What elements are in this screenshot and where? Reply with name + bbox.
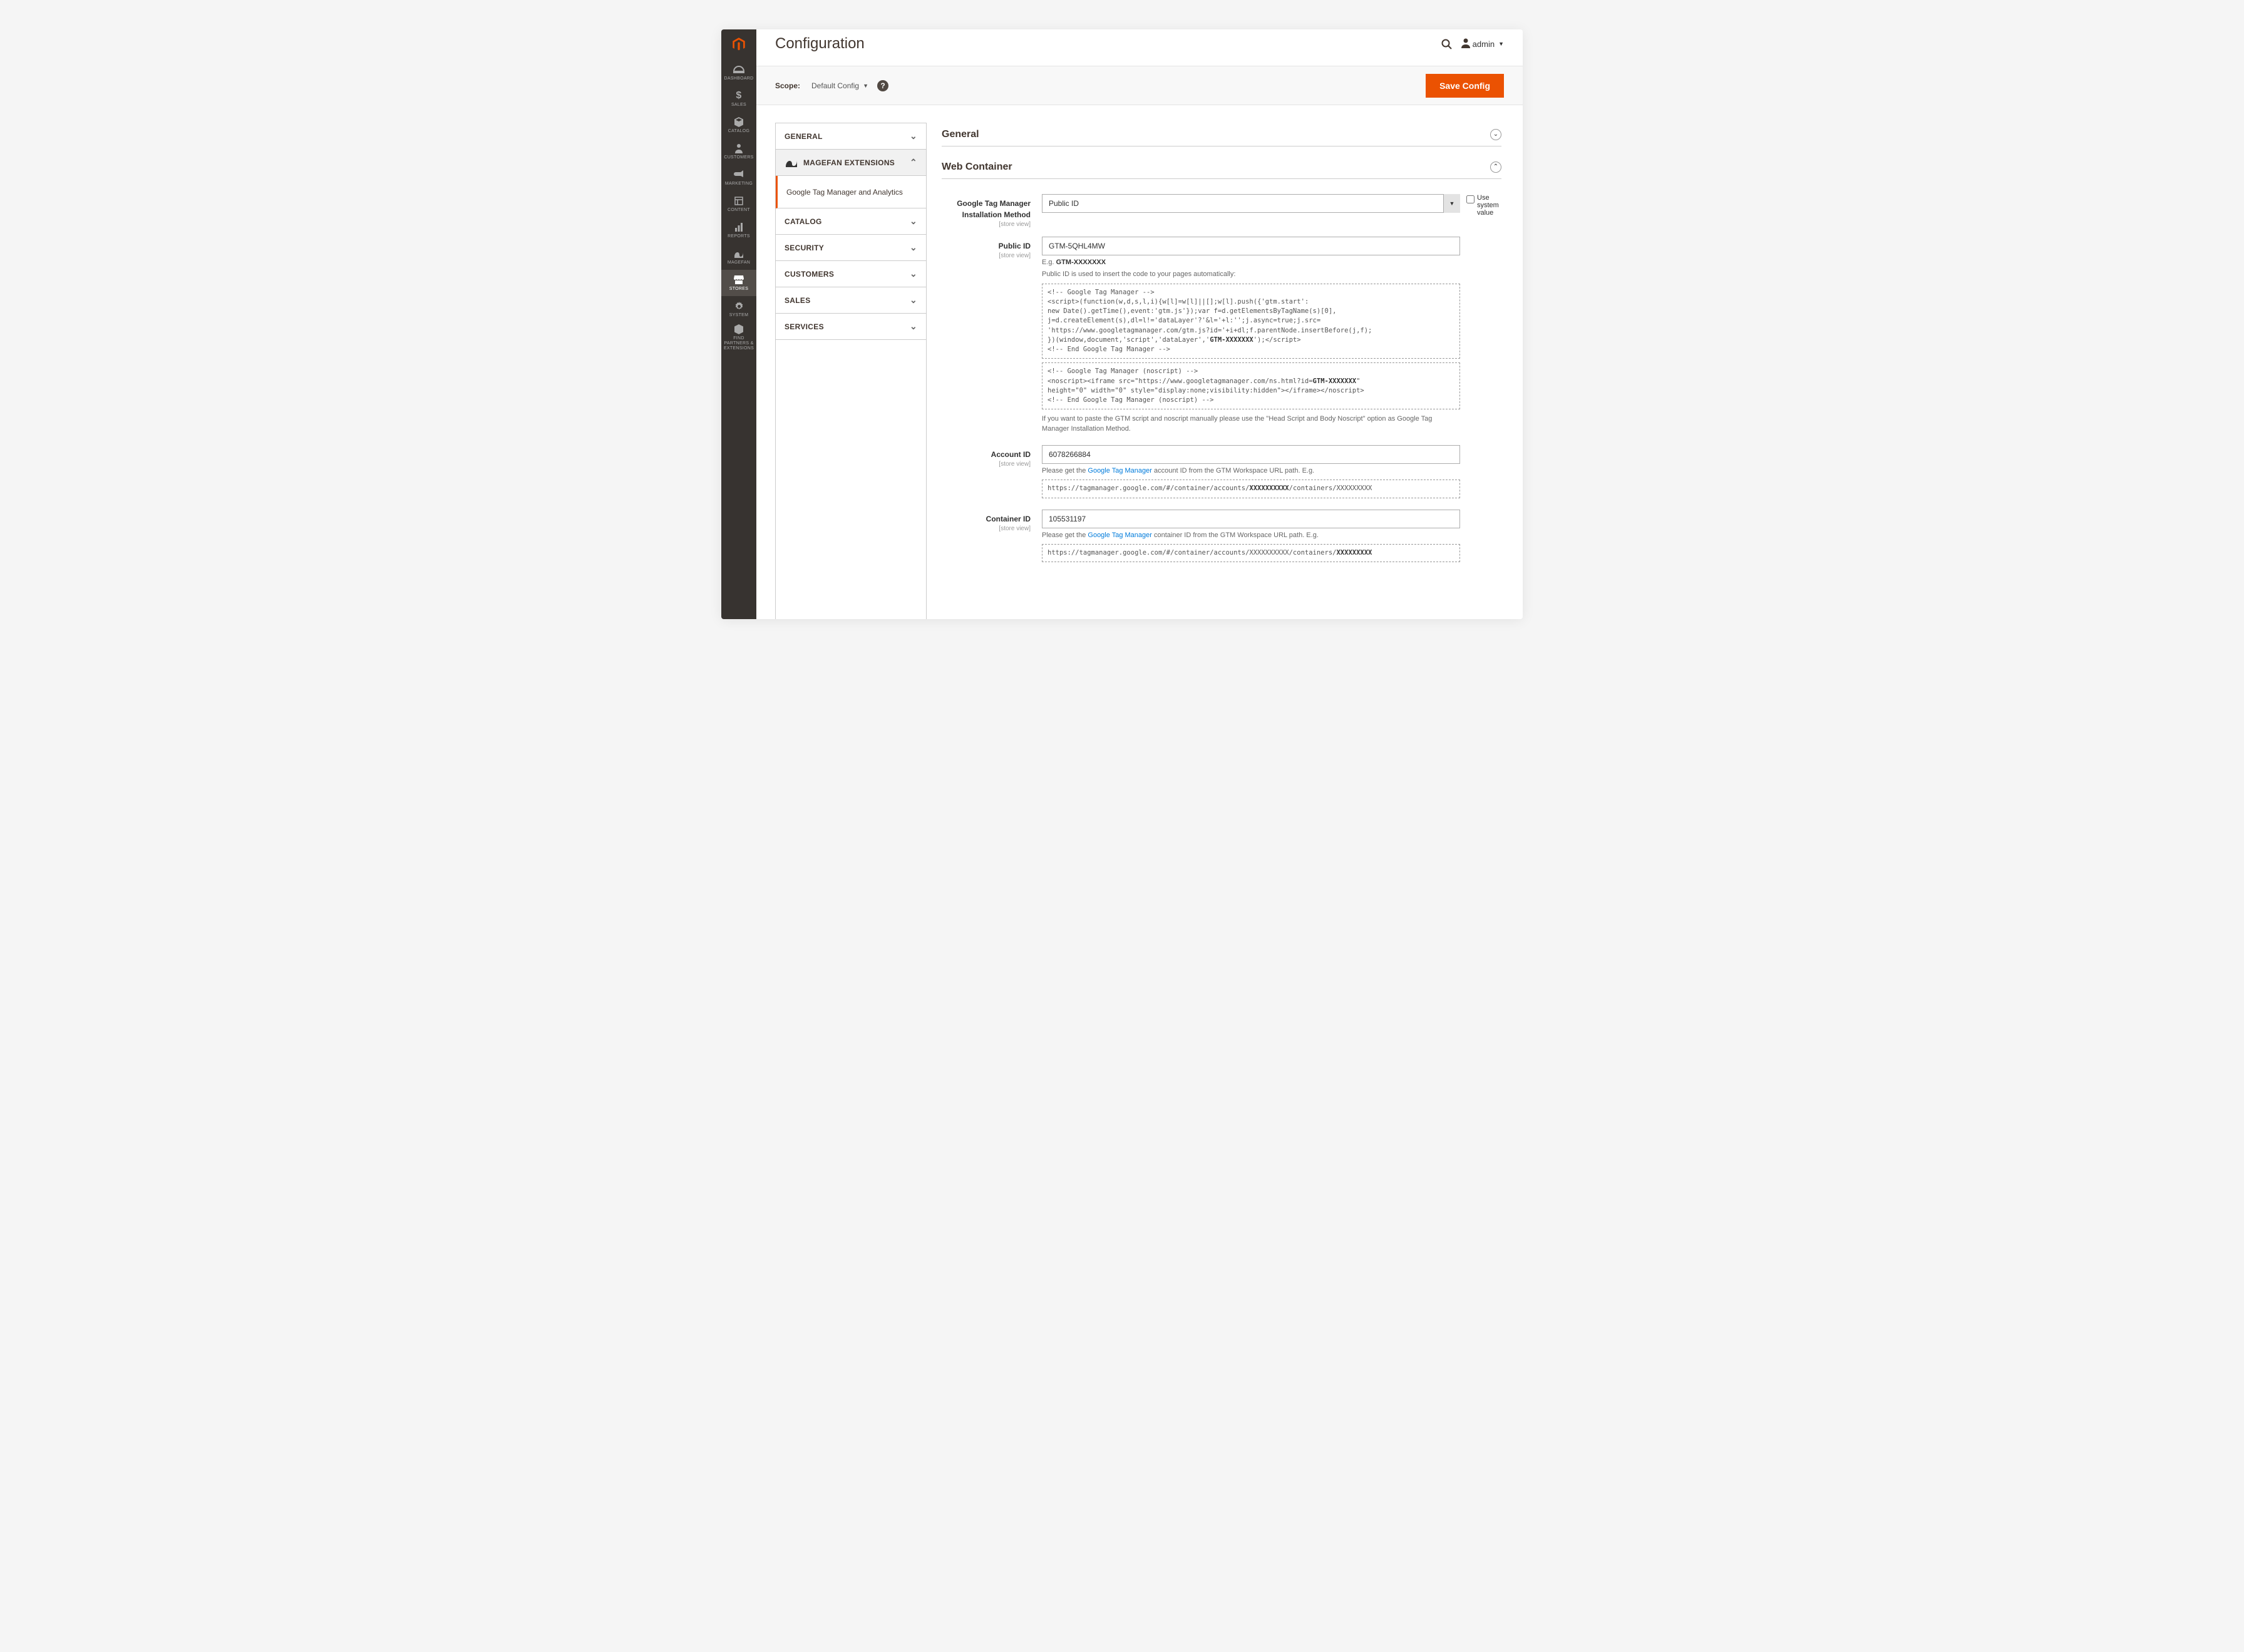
account-id-label: Account ID <box>991 450 1031 459</box>
account-id-code: https://tagmanager.google.com/#/containe… <box>1042 480 1460 498</box>
gtm-noscript-code: <!-- Google Tag Manager (noscript) --> <… <box>1042 362 1460 409</box>
public-id-input[interactable] <box>1042 237 1460 255</box>
tab-magefan-extensions[interactable]: MAGEFAN EXTENSIONS⌃ <box>776 150 926 176</box>
use-system-value-checkbox[interactable]: Use system value <box>1466 194 1501 217</box>
nav-dashboard[interactable]: DASHBOARD <box>721 59 756 86</box>
chevron-down-icon: ⌄ <box>910 242 917 253</box>
tab-gtm-analytics[interactable]: Google Tag Manager and Analytics <box>776 176 926 208</box>
install-method-select[interactable]: Public ID <box>1042 194 1460 213</box>
nav-catalog[interactable]: CATALOG <box>721 112 756 138</box>
tab-general[interactable]: GENERAL⌄ <box>776 123 926 150</box>
section-title: General <box>942 129 1490 140</box>
container-id-code: https://tagmanager.google.com/#/containe… <box>1042 544 1460 562</box>
container-id-label: Container ID <box>986 515 1031 523</box>
user-label: admin <box>1473 39 1495 49</box>
box-icon <box>734 116 744 128</box>
gtm-script-code: <!-- Google Tag Manager --> <script>(fun… <box>1042 284 1460 359</box>
main-content: Configuration admin ▼ Scope: Default Con… <box>756 29 1523 619</box>
store-icon <box>734 274 744 285</box>
scope-selector[interactable]: Default Config▼ <box>811 81 868 90</box>
chevron-down-icon: ⌄ <box>910 295 917 305</box>
tab-sales[interactable]: SALES⌄ <box>776 287 926 314</box>
tab-services[interactable]: SERVICES⌄ <box>776 314 926 340</box>
form-area: General ⌄ Web Container ⌃ Google Tag Man… <box>942 123 1504 619</box>
account-id-hint: Please get the Google Tag Manager accoun… <box>1042 466 1460 476</box>
chevron-down-icon: ▼ <box>863 83 868 89</box>
search-icon[interactable] <box>1441 38 1453 49</box>
partners-icon <box>734 324 744 335</box>
chevron-up-icon: ⌃ <box>910 157 917 168</box>
gear-icon <box>734 300 744 312</box>
container-id-input[interactable] <box>1042 510 1460 528</box>
nav-reports[interactable]: REPORTS <box>721 217 756 244</box>
megaphone-icon <box>734 169 744 180</box>
nav-system[interactable]: SYSTEM <box>721 296 756 322</box>
collapse-icon[interactable]: ⌄ <box>1490 129 1501 140</box>
nav-stores[interactable]: STORES <box>721 270 756 296</box>
save-config-button[interactable]: Save Config <box>1426 74 1504 98</box>
person-icon <box>735 143 743 154</box>
chart-icon <box>734 222 743 233</box>
chevron-down-icon: ⌄ <box>910 269 917 279</box>
tab-security[interactable]: SECURITY⌄ <box>776 235 926 261</box>
public-id-label: Public ID <box>999 242 1031 250</box>
section-web-container[interactable]: Web Container ⌃ <box>942 155 1501 179</box>
public-id-hint-2: Public ID is used to insert the code to … <box>1042 270 1460 279</box>
topbar: Configuration admin ▼ <box>756 29 1523 58</box>
nav-magefan[interactable]: MAGEFAN <box>721 244 756 270</box>
section-general[interactable]: General ⌄ <box>942 123 1501 146</box>
chevron-down-icon: ⌄ <box>910 216 917 227</box>
page-title: Configuration <box>775 35 1441 53</box>
config-tabs: GENERAL⌄ MAGEFAN EXTENSIONS⌃ Google Tag … <box>775 123 927 619</box>
public-id-hint-3: If you want to paste the GTM script and … <box>1042 414 1460 434</box>
dollar-icon: $ <box>736 90 741 101</box>
public-id-hint-1: E.g. GTM-XXXXXXX <box>1042 258 1460 267</box>
nav-customers[interactable]: CUSTOMERS <box>721 138 756 165</box>
account-id-input[interactable] <box>1042 445 1460 464</box>
magento-logo[interactable] <box>721 29 756 59</box>
layout-icon <box>734 195 743 207</box>
tab-catalog[interactable]: CATALOG⌄ <box>776 208 926 235</box>
scope-label: Scope: <box>775 81 800 90</box>
expand-icon[interactable]: ⌃ <box>1490 162 1501 173</box>
gauge-icon <box>733 64 744 75</box>
scope-bar: Scope: Default Config▼ ? Save Config <box>756 66 1523 105</box>
magefan-icon <box>733 248 744 259</box>
chevron-down-icon: ▼ <box>1498 41 1504 47</box>
tab-customers[interactable]: CUSTOMERS⌄ <box>776 261 926 287</box>
magefan-icon <box>785 156 798 170</box>
admin-sidebar: DASHBOARD $SALES CATALOG CUSTOMERS MARKE… <box>721 29 756 619</box>
container-id-hint: Please get the Google Tag Manager contai… <box>1042 531 1460 540</box>
nav-content[interactable]: CONTENT <box>721 191 756 217</box>
gtm-link[interactable]: Google Tag Manager <box>1088 467 1152 475</box>
user-menu[interactable]: admin ▼ <box>1461 38 1504 50</box>
nav-partners[interactable]: FIND PARTNERS & EXTENSIONS <box>721 322 756 352</box>
chevron-down-icon: ⌄ <box>910 321 917 332</box>
chevron-down-icon: ⌄ <box>910 131 917 141</box>
user-icon <box>1461 38 1470 50</box>
section-title: Web Container <box>942 162 1490 173</box>
install-method-label: Google Tag Manager Installation Method <box>957 199 1031 219</box>
help-icon[interactable]: ? <box>877 80 888 91</box>
nav-marketing[interactable]: MARKETING <box>721 165 756 191</box>
nav-sales[interactable]: $SALES <box>721 86 756 112</box>
gtm-link[interactable]: Google Tag Manager <box>1088 531 1152 539</box>
